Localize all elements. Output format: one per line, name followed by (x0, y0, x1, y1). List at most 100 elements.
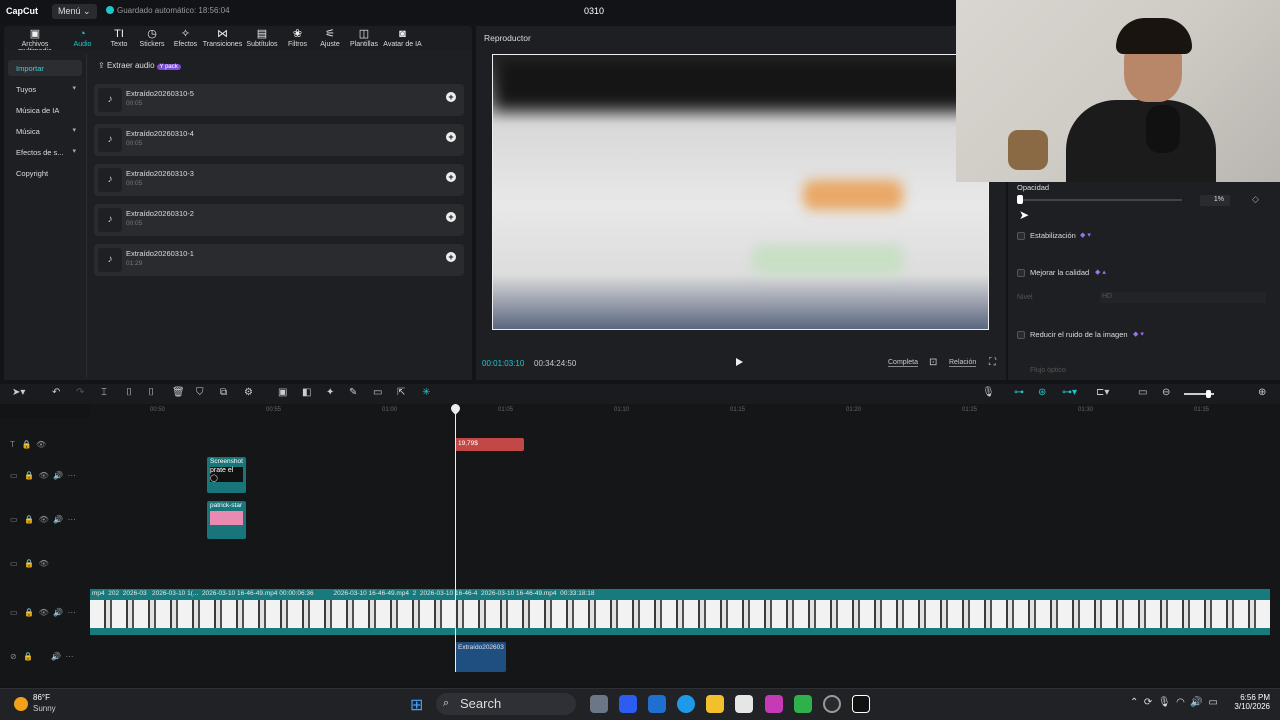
level-select[interactable]: HD (1100, 292, 1266, 303)
text-clip[interactable]: 19,79$ (455, 438, 524, 451)
split-icon[interactable]: ⌶ (101, 387, 107, 398)
ai-icon[interactable]: ✦ (326, 387, 334, 398)
opacity-value[interactable]: 1% (1200, 195, 1230, 206)
weather-condition[interactable]: Sunny (33, 704, 56, 713)
link-icon[interactable]: ⊶ (1014, 387, 1024, 398)
audio-list-item[interactable]: ♪ Extraído20260310-5 00:05 + (94, 84, 464, 116)
fullscreen-icon[interactable]: ⛶ (989, 357, 996, 368)
add-icon[interactable]: + (446, 172, 456, 182)
eye-icon[interactable]: 👁 (39, 559, 49, 568)
sidebar-item-sound-effects[interactable]: Efectos de s... ▾ (8, 144, 82, 160)
audio-list-item[interactable]: ♪ Extraído20260310-2 00:05 + (94, 204, 464, 236)
patrick-clip[interactable]: patrick-star (207, 501, 246, 539)
noise-checkbox[interactable] (1017, 331, 1025, 339)
audio-clip[interactable]: Extraído202603 (455, 642, 506, 672)
xbox-icon[interactable] (794, 695, 812, 713)
capcut-icon[interactable] (852, 695, 870, 713)
screenshot-clip[interactable]: Screenshot prate el ◯ (207, 457, 246, 493)
chrome-icon[interactable] (823, 695, 841, 713)
tab-templates[interactable]: ◫ Plantillas (346, 26, 382, 50)
weather-temp[interactable]: 86°F (33, 693, 50, 702)
speaker-icon[interactable]: 🔊 (53, 515, 63, 524)
preview-axis-icon[interactable]: ⊏▾ (1096, 387, 1109, 398)
extract-audio-button[interactable]: ⇪ Extraer audio Y pack (98, 61, 181, 70)
zoom-knob[interactable] (1206, 390, 1211, 398)
play-icon[interactable] (736, 358, 743, 366)
audio-list-item[interactable]: ♪ Extraído20260310-3 00:05 + (94, 164, 464, 196)
quality-checkbox[interactable] (1017, 269, 1025, 277)
video-preview[interactable] (492, 54, 989, 330)
outlook-icon[interactable] (648, 695, 666, 713)
full-button[interactable]: Completa (888, 359, 918, 367)
tab-transitions[interactable]: ⋈ Transiciones (202, 26, 243, 50)
more-icon[interactable]: ⋯ (68, 608, 76, 617)
undo-icon[interactable]: ↶ (52, 387, 60, 398)
lock-icon[interactable]: 🔒 (24, 608, 34, 617)
eye-icon[interactable]: 👁 (39, 608, 49, 617)
lock-icon[interactable]: 🔒 (24, 559, 34, 568)
speaker-icon[interactable]: 🔊 (53, 608, 63, 617)
caption-track-icon[interactable]: ▭ (1138, 387, 1147, 398)
tray-chevron-icon[interactable]: ⌃ ⟳ 🎙 ◠ 🔊 ▭ (1130, 697, 1218, 708)
more-icon[interactable]: ⋯ (68, 471, 76, 480)
more-icon[interactable]: ⋯ (68, 515, 76, 524)
freeze-icon[interactable]: ▣ (278, 387, 287, 398)
mark-icon[interactable]: ⛉ (196, 387, 204, 398)
stabilization-checkbox[interactable] (1017, 232, 1025, 240)
smart-icon[interactable]: ✳ (422, 387, 430, 398)
tab-audio[interactable]: ◔ Audio (62, 26, 103, 50)
add-icon[interactable]: + (446, 92, 456, 102)
export-frame-icon[interactable]: ⇱ (397, 387, 405, 398)
audio-list-item[interactable]: ♪ Extraído20260310-4 00:05 + (94, 124, 464, 156)
task-view-icon[interactable] (590, 695, 608, 713)
select-tool-icon[interactable]: ➤▾ (12, 387, 25, 398)
speaker-icon[interactable]: 🔊 (53, 471, 63, 480)
tab-stickers[interactable]: ◷ Stickers (135, 26, 169, 50)
sidebar-item-yours[interactable]: Tuyos ▾ (8, 81, 82, 97)
tab-text[interactable]: TI Texto (103, 26, 135, 50)
opacity-knob[interactable] (1017, 195, 1023, 204)
windows-start-icon[interactable]: ⊞ (410, 695, 423, 715)
store-icon[interactable] (735, 695, 753, 713)
add-icon[interactable]: + (446, 252, 456, 262)
zoom-out-icon[interactable]: ⊖ (1162, 387, 1170, 398)
lock-icon[interactable]: 🔒 (24, 471, 34, 480)
redo-icon[interactable]: ↷ (76, 387, 84, 398)
mirror-icon[interactable]: ◧ (302, 387, 311, 398)
add-icon[interactable]: + (446, 132, 456, 142)
delete-icon[interactable]: 🗑 (172, 387, 185, 398)
keyframe-icon[interactable]: ◇ (1252, 194, 1259, 205)
lock-icon[interactable]: 🔒 (23, 652, 33, 661)
opacity-slider[interactable] (1018, 199, 1182, 201)
crop-icon[interactable]: ⧉ (220, 387, 227, 398)
lock-icon[interactable]: 🔒 (22, 440, 32, 449)
eye-icon[interactable]: 👁 (39, 471, 49, 480)
zoom-in-icon[interactable]: ⊕ (1258, 387, 1266, 398)
tab-effects[interactable]: ✧ Efectos (169, 26, 202, 50)
lock-icon[interactable]: 🔒 (24, 515, 34, 524)
menu-button[interactable]: Menú ⌄ (52, 4, 97, 19)
audio-list-item[interactable]: ♪ Extraído20260310-1 01:29 + (94, 244, 464, 276)
speaker-icon[interactable]: 🔊 (51, 652, 61, 661)
edge-icon[interactable] (677, 695, 695, 713)
clock[interactable]: 6:56 PM 3/10/2026 (1226, 693, 1270, 711)
tab-adjust[interactable]: ⚟ Ajuste (314, 26, 346, 50)
tab-subtitles[interactable]: ▤ Subtítulos (243, 26, 281, 50)
snap-icon[interactable]: ⊶▾ (1062, 387, 1077, 398)
microphone-icon[interactable]: 🎙 (982, 387, 995, 398)
split-left-icon[interactable]: ⌷ (126, 387, 132, 398)
playhead[interactable] (455, 404, 456, 672)
taskbar-search[interactable]: Search (436, 693, 576, 715)
sidebar-item-music[interactable]: Música ▾ (8, 123, 82, 139)
caption-icon[interactable]: ▭ (373, 387, 382, 398)
file-explorer-icon[interactable] (706, 695, 724, 713)
screenshot-icon[interactable]: ⊡ (929, 357, 937, 368)
magnet-icon[interactable]: ⊛ (1038, 387, 1046, 398)
speed-icon[interactable]: ⚙ (244, 387, 253, 398)
sidebar-item-ai-music[interactable]: Música de IA (8, 102, 82, 118)
ratio-button[interactable]: Relación (949, 359, 977, 367)
sidebar-item-import[interactable]: Importar (8, 60, 82, 76)
eye-icon[interactable]: 👁 (39, 515, 49, 524)
more-icon[interactable]: ⋯ (66, 652, 74, 661)
tab-media[interactable]: ▣Archivos multimedia (8, 26, 62, 56)
